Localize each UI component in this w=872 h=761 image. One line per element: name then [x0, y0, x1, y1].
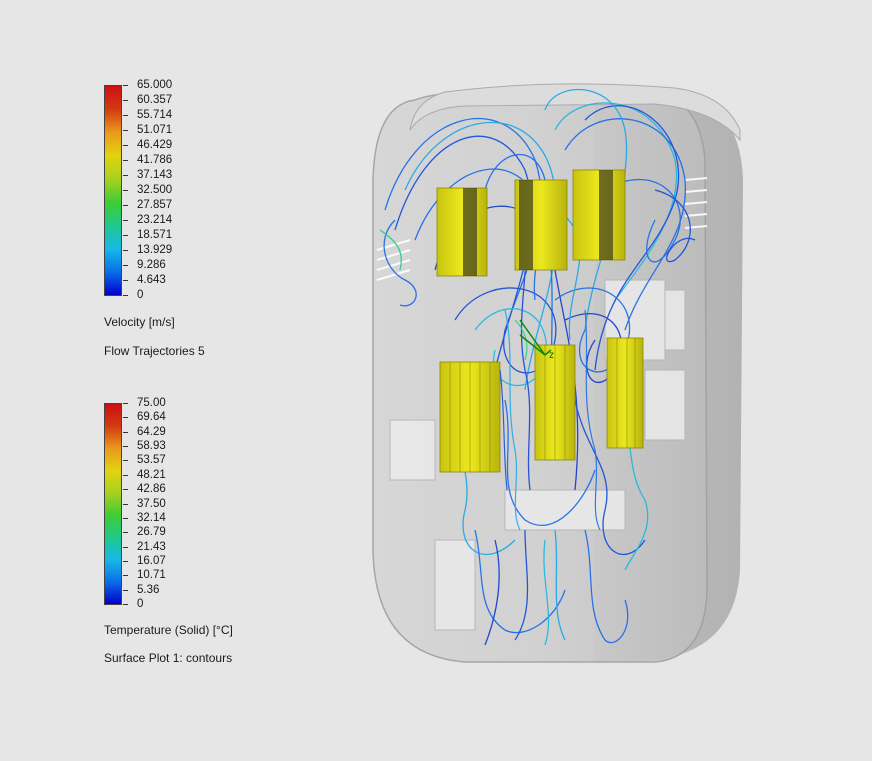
- temperature-plot-name: Surface Plot 1: contours: [104, 651, 233, 665]
- temperature-tick-label: 21.43: [137, 541, 166, 553]
- velocity-tick: [123, 85, 128, 86]
- temperature-tick-label: 75.00: [137, 397, 166, 409]
- velocity-tick-label: 23.214: [137, 214, 173, 226]
- velocity-tick-label: 13.929: [137, 244, 173, 256]
- velocity-tick: [123, 145, 128, 146]
- velocity-tick-label: 9.286: [137, 259, 166, 271]
- temperature-tick: [123, 460, 128, 461]
- velocity-tick-label: 60.357: [137, 94, 173, 106]
- temperature-tick: [123, 561, 128, 562]
- velocity-tick: [123, 235, 128, 236]
- enclosure-model-render[interactable]: z: [355, 70, 755, 670]
- temperature-tick: [123, 604, 128, 605]
- temperature-tick-label: 16.07: [137, 555, 166, 567]
- temperature-tick: [123, 446, 128, 447]
- velocity-tick-label: 51.071: [137, 124, 173, 136]
- velocity-tick: [123, 295, 128, 296]
- velocity-tick-label: 0: [137, 289, 144, 301]
- velocity-tick: [123, 250, 128, 251]
- velocity-tick: [123, 100, 128, 101]
- temperature-tick: [123, 590, 128, 591]
- temperature-tick-label: 69.64: [137, 411, 166, 423]
- velocity-tick-label: 37.143: [137, 169, 173, 181]
- velocity-tick-label: 65.000: [137, 79, 173, 91]
- temperature-tick: [123, 403, 128, 404]
- velocity-tick-label: 4.643: [137, 274, 166, 286]
- velocity-tick: [123, 130, 128, 131]
- temperature-tick-label: 37.50: [137, 498, 166, 510]
- temperature-tick: [123, 547, 128, 548]
- velocity-tick: [123, 280, 128, 281]
- temperature-tick: [123, 417, 128, 418]
- velocity-tick: [123, 220, 128, 221]
- velocity-tick-label: 41.786: [137, 154, 173, 166]
- temperature-tick-label: 64.29: [137, 426, 166, 438]
- velocity-tick: [123, 265, 128, 266]
- temperature-tick: [123, 504, 128, 505]
- axis-z-label: z: [549, 350, 554, 361]
- temperature-tick-label: 48.21: [137, 469, 166, 481]
- velocity-plot-name: Flow Trajectories 5: [104, 344, 205, 358]
- simulation-viewport[interactable]: 65.000 60.357 55.714 51.071 46.429 41.786 37.1…: [0, 0, 872, 761]
- temperature-tick: [123, 532, 128, 533]
- velocity-tick: [123, 205, 128, 206]
- temperature-quantity-label: Temperature (Solid) [°C]: [104, 623, 233, 637]
- temperature-tick: [123, 518, 128, 519]
- velocity-tick-label: 18.571: [137, 229, 173, 241]
- temperature-tick: [123, 489, 128, 490]
- velocity-color-bar: [104, 85, 122, 296]
- temperature-tick-label: 5.36: [137, 584, 160, 596]
- velocity-tick-label: 27.857: [137, 199, 173, 211]
- temperature-tick-label: 32.14: [137, 512, 166, 524]
- temperature-tick-label: 26.79: [137, 526, 166, 538]
- temperature-tick-label: 58.93: [137, 440, 166, 452]
- temperature-tick-label: 10.71: [137, 569, 166, 581]
- velocity-tick-label: 32.500: [137, 184, 173, 196]
- temperature-color-bar: [104, 403, 122, 605]
- velocity-tick-label: 55.714: [137, 109, 173, 121]
- velocity-tick: [123, 160, 128, 161]
- velocity-quantity-label: Velocity [m/s]: [104, 315, 175, 329]
- velocity-tick: [123, 190, 128, 191]
- temperature-tick-label: 0: [137, 598, 144, 610]
- temperature-tick-label: 42.86: [137, 483, 166, 495]
- temperature-tick: [123, 432, 128, 433]
- velocity-tick: [123, 175, 128, 176]
- temperature-tick: [123, 475, 128, 476]
- temperature-tick-label: 53.57: [137, 454, 166, 466]
- velocity-tick-label: 46.429: [137, 139, 173, 151]
- temperature-tick: [123, 575, 128, 576]
- velocity-tick: [123, 115, 128, 116]
